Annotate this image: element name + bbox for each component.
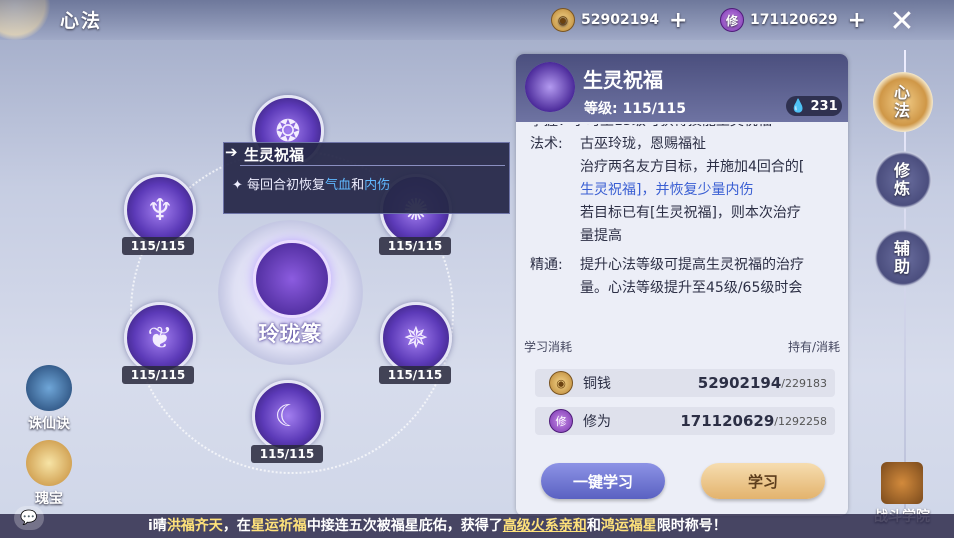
cost-header: 学习消耗 持有/消耗 bbox=[524, 338, 840, 355]
tooltip-text-b: 和 bbox=[351, 178, 365, 193]
law-line: 古巫玲珑，恩赐福祉 bbox=[580, 136, 706, 152]
partial-line-text: 掌握：学习至13级可获得技能生灵祝福 bbox=[530, 124, 772, 133]
ticker-player: i晴 bbox=[148, 518, 167, 534]
chat-icon[interactable]: 💬 bbox=[14, 506, 44, 530]
law-section: 法术: 古巫玲珑，恩赐福祉 治疗两名友方目标，并施加4回合的[ 生灵祝福]，并恢… bbox=[522, 133, 842, 248]
zhuxian-label: 诛仙诀 bbox=[28, 416, 70, 432]
ticker-message: i晴洪福齐天，在星运祈福中接连五次被福星庇佑，获得了高级火系亲和和鸿运福星限时称… bbox=[148, 514, 727, 538]
zhuxian-icon bbox=[26, 365, 72, 411]
ticker-text: 中接连五次被福星庇佑，获得了 bbox=[306, 518, 503, 534]
cost-label: 修为 bbox=[583, 414, 611, 430]
tab-xinfa-label: 心法 bbox=[894, 83, 911, 120]
treasure-label: 瑰宝 bbox=[35, 491, 63, 507]
linglong-emblem-icon[interactable] bbox=[253, 240, 331, 318]
stat-badge: 💧 231 bbox=[786, 96, 842, 116]
panel-skill-level: 等级: 115/115 bbox=[584, 101, 687, 117]
cost-row-cultivation: 修 修为 171120629 /1292258 bbox=[535, 407, 835, 435]
page-title: 心法 bbox=[60, 10, 103, 32]
cost-columns: 持有/消耗 bbox=[787, 340, 840, 354]
tab-xiulian[interactable]: 修炼 bbox=[873, 150, 933, 210]
master-key: 精通: bbox=[530, 257, 563, 273]
cost-need: /1292258 bbox=[774, 414, 827, 428]
ticker-text: ，在 bbox=[222, 518, 251, 534]
ticker-text: 和 bbox=[586, 518, 601, 534]
skill-level: 115/115 bbox=[122, 237, 194, 255]
tooltip-text-a: 每回合初恢复 bbox=[247, 178, 326, 193]
law-line: 治疗两名友方目标，并施加4回合的[ bbox=[580, 159, 805, 175]
currency-value: 52902194 bbox=[581, 12, 659, 28]
cultivation-display: 修 171120629 + bbox=[720, 7, 866, 33]
dragon-icon: ✵ bbox=[403, 320, 429, 356]
master-line: 量。心法等级提升至45级/65级时会 bbox=[580, 280, 803, 296]
master-line: 提升心法等级可提高生灵祝福的治疗 bbox=[580, 257, 804, 273]
arrow-icon: ➔ bbox=[225, 143, 238, 161]
ticker-reward: 鸿运福星 bbox=[600, 518, 657, 534]
treasure-icon bbox=[26, 440, 72, 486]
announcement-ticker: i晴洪福齐天，在星运祈福中接连五次被福星庇佑，获得了高级火系亲和和鸿运福星限时称… bbox=[0, 514, 954, 538]
cost-held: 171120629 bbox=[680, 412, 775, 430]
tab-xiulian-label: 修炼 bbox=[894, 161, 911, 198]
coin-icon: ◉ bbox=[549, 371, 573, 395]
tooltip-hl-injury: 内伤 bbox=[364, 178, 391, 193]
close-icon[interactable]: ✕ bbox=[884, 4, 920, 40]
ticker-reward: 高级火系亲和 bbox=[502, 518, 587, 534]
cost-title: 学习消耗 bbox=[524, 340, 573, 354]
skill-description-scroll[interactable]: 掌握：学习至13级可获得技能生灵祝福 法术: 古巫玲珑，恩赐福祉 治疗两名友方目… bbox=[522, 124, 842, 334]
figure-icon: ♆ bbox=[146, 192, 174, 228]
law-key: 法术: bbox=[530, 136, 563, 152]
xiu-icon: 修 bbox=[549, 409, 573, 433]
coin-icon: ◉ bbox=[551, 8, 575, 32]
butterfly-icon: ❦ bbox=[147, 320, 173, 356]
skill-bottom[interactable]: ☾ bbox=[252, 380, 324, 452]
zhuxian-button[interactable]: 诛仙诀 bbox=[22, 365, 76, 433]
law-line: 若目标已有[生灵祝福]，则本次治疗 bbox=[580, 205, 801, 221]
sparkle-icon: ✦ bbox=[232, 178, 248, 193]
law-line: 生灵祝福]，并恢复少量内伤 bbox=[580, 182, 754, 198]
skill-level: 115/115 bbox=[379, 237, 451, 255]
treasure-button[interactable]: 瑰宝 bbox=[22, 440, 76, 508]
tab-fuzhu-label: 辅助 bbox=[894, 239, 911, 276]
learn-button[interactable]: 学习 bbox=[701, 463, 825, 499]
ticker-text: 限时称号！ bbox=[656, 518, 727, 534]
add-currency-button[interactable]: + bbox=[669, 8, 687, 33]
tab-fuzhu[interactable]: 辅助 bbox=[873, 228, 933, 288]
skill-lower-left[interactable]: ❦ bbox=[124, 302, 196, 374]
stat-value: 231 bbox=[810, 98, 838, 114]
master-section: 精通: 提升心法等级可提高生灵祝福的治疗 量。心法等级提升至45级/65级时会 bbox=[522, 254, 842, 300]
cost-held: 52902194 bbox=[697, 374, 782, 392]
add-cultivation-button[interactable]: + bbox=[848, 8, 866, 33]
tooltip-hl-hp: 气血 bbox=[325, 178, 352, 193]
tooltip-divider bbox=[240, 165, 505, 166]
skill-level: 115/115 bbox=[251, 445, 323, 463]
law-line: 量提高 bbox=[580, 228, 622, 244]
skill-portrait-icon bbox=[525, 62, 575, 112]
skill-level: 115/115 bbox=[379, 366, 451, 384]
crescent-moon-icon: ☾ bbox=[274, 398, 302, 434]
cultivation-value: 171120629 bbox=[750, 12, 838, 28]
academy-icon bbox=[881, 462, 923, 504]
partial-line: 掌握：学习至13级可获得技能生灵祝福 bbox=[522, 124, 842, 133]
skill-lower-right[interactable]: ✵ bbox=[380, 302, 452, 374]
ticker-title: 洪福齐天 bbox=[166, 518, 223, 534]
currency-display: ◉ 52902194 + bbox=[551, 7, 687, 33]
core-label: 玲珑篆 bbox=[258, 322, 322, 346]
skill-upper-left[interactable]: ♆ bbox=[124, 174, 196, 246]
water-drop-icon: 💧 bbox=[790, 98, 807, 114]
skill-level: 115/115 bbox=[122, 366, 194, 384]
tab-xinfa[interactable]: 心法 bbox=[873, 72, 933, 132]
cost-label: 铜钱 bbox=[583, 376, 611, 392]
cost-need: /229183 bbox=[781, 376, 827, 390]
ticker-event: 星运祈福 bbox=[250, 518, 307, 534]
cost-row-copper: ◉ 铜钱 52902194 /229183 bbox=[535, 369, 835, 397]
one-key-learn-button[interactable]: 一键学习 bbox=[541, 463, 665, 499]
tooltip-title: 生灵祝福 bbox=[244, 146, 305, 164]
tooltip-description: ✦ 每回合初恢复气血和内伤 bbox=[232, 174, 390, 193]
panel-skill-name: 生灵祝福 bbox=[583, 68, 663, 92]
xiu-icon: 修 bbox=[720, 8, 744, 32]
